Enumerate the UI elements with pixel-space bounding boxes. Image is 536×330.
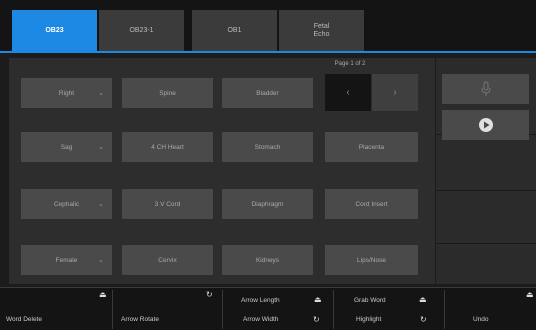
plane-dropdown[interactable]: Sag ⌄: [21, 132, 112, 162]
tab-ob1[interactable]: OB1: [192, 10, 278, 51]
arrow-rotate-control[interactable]: ↻ Arrow Rotate: [113, 287, 222, 329]
tab-ob23-1[interactable]: OB23-1: [99, 10, 185, 51]
rotate-icon: ↻: [420, 315, 427, 324]
divider: [436, 243, 536, 244]
divider: [436, 190, 536, 191]
label-cervix[interactable]: Cervix: [122, 245, 213, 275]
knob-push-icon: ⏏: [99, 290, 107, 299]
knob-push-icon: ⏏: [314, 295, 322, 304]
button-label: Bladder: [256, 89, 279, 97]
chevron-down-icon: ⌄: [98, 201, 104, 208]
arrow-width-label: Arrow Width: [243, 316, 279, 323]
tab-underline: [0, 51, 536, 53]
button-label: Diaphragm: [251, 200, 284, 208]
button-label: 4 CH Heart: [151, 143, 184, 151]
dropdown-label: Female: [55, 256, 78, 264]
button-label: 3 V Cord: [154, 200, 181, 208]
dropdown-label: Sag: [60, 143, 73, 151]
grab-word-highlight-control[interactable]: Grab Word ⏏ Highlight ↻: [334, 287, 444, 329]
play-icon: [478, 118, 493, 132]
arrow-rotate-label: Arrow Rotate: [121, 316, 159, 323]
label-kidneys[interactable]: Kidneys: [222, 245, 313, 275]
button-label: Spine: [159, 89, 176, 97]
arrow-length-width-control[interactable]: Arrow Length ⏏ Arrow Width ↻: [223, 287, 333, 329]
button-label: Placenta: [358, 143, 385, 151]
page-indicator: Page 1 of 2: [334, 61, 366, 67]
chevron-down-icon: ⌄: [98, 257, 104, 264]
label-bladder[interactable]: Bladder: [222, 78, 313, 108]
knob-push-icon: ⏏: [526, 290, 534, 299]
next-page-button[interactable]: ›: [372, 74, 418, 111]
undo-control[interactable]: ⏏ Undo: [445, 287, 536, 329]
tab-fetal-echo[interactable]: Fetal Echo: [279, 10, 365, 51]
button-label: Kidneys: [255, 256, 280, 264]
rotate-icon: ↻: [313, 315, 320, 324]
button-label: Cervix: [158, 256, 177, 264]
orientation-dropdown[interactable]: Right ⌄: [21, 78, 112, 108]
arrow-length-label: Arrow Length: [241, 297, 280, 304]
highlight-label: Highlight: [356, 316, 382, 323]
tab-label: OB1: [227, 26, 242, 34]
grab-word-label: Grab Word: [354, 297, 386, 304]
voice-record-button[interactable]: [442, 74, 529, 104]
button-label: Stomach: [254, 143, 281, 151]
label-stomach[interactable]: Stomach: [222, 132, 313, 162]
undo-label: Undo: [473, 316, 489, 323]
mic-icon: [481, 81, 490, 96]
chevron-down-icon: ⌄: [98, 90, 104, 97]
word-delete-label: Word Delete: [6, 316, 43, 323]
tab-ob23[interactable]: OB23: [12, 10, 98, 51]
label-diaphragm[interactable]: Diaphragm: [222, 189, 313, 219]
dropdown-label: Right: [58, 89, 75, 97]
label-lips-nose[interactable]: Lips/Nose: [325, 245, 418, 275]
play-button[interactable]: [442, 110, 529, 140]
knob-push-icon: ⏏: [419, 295, 427, 304]
button-label: Lips/Nose: [357, 256, 386, 264]
rotate-icon: ↻: [206, 290, 213, 299]
tab-label: OB23-1: [129, 26, 154, 34]
tab-label: Fetal Echo: [313, 22, 330, 38]
button-label: Cord Insert: [355, 200, 388, 208]
prev-page-button[interactable]: ‹: [325, 74, 371, 111]
label-spine[interactable]: Spine: [122, 78, 213, 108]
label-3v-cord[interactable]: 3 V Cord: [122, 189, 213, 219]
dropdown-label: Cephalic: [53, 200, 80, 208]
label-cord-insert[interactable]: Cord Insert: [325, 189, 418, 219]
chevron-right-icon: ›: [393, 87, 397, 98]
presentation-dropdown[interactable]: Cephalic ⌄: [21, 189, 112, 219]
label-4ch-heart[interactable]: 4 CH Heart: [122, 132, 213, 162]
sex-dropdown[interactable]: Female ⌄: [21, 245, 112, 275]
word-delete-control[interactable]: ⏏ Word Delete: [0, 287, 112, 329]
label-placenta[interactable]: Placenta: [325, 132, 418, 162]
chevron-left-icon: ‹: [346, 87, 350, 98]
chevron-down-icon: ⌄: [98, 144, 104, 151]
tab-label: OB23: [45, 26, 64, 34]
